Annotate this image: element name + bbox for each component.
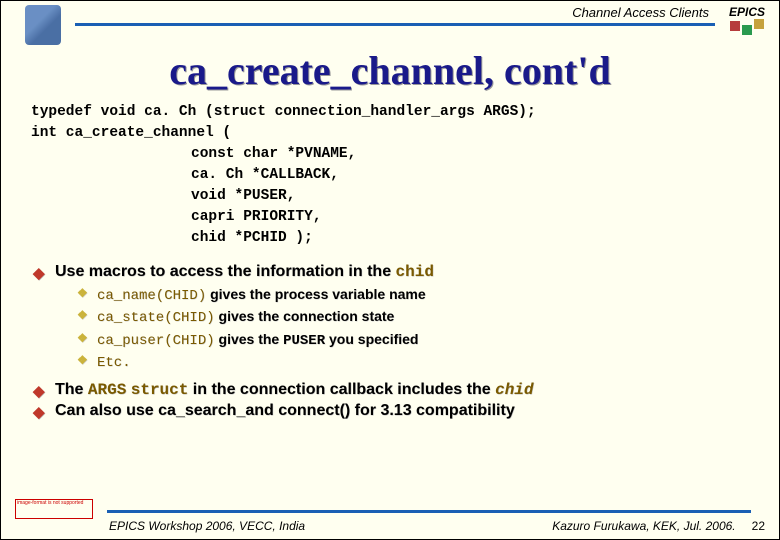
bullet-list: Use macros to access the information in … [33, 263, 749, 420]
code-line: const char *PVNAME, [31, 144, 749, 165]
code-line: void *PUSER, [31, 186, 749, 207]
sub-text: gives the connection state [215, 308, 395, 324]
epics-logo-text: EPICS [723, 5, 771, 19]
sub-text: gives the [215, 331, 283, 347]
code-line: ca. Ch *CALLBACK, [31, 165, 749, 186]
sub-bullet-list: ca_name(CHID) gives the process variable… [77, 284, 749, 373]
bullet-text: Can also use ca_search_and connect() for… [55, 402, 515, 419]
header-subject: Channel Access Clients [572, 5, 709, 20]
code-line: int ca_create_channel ( [31, 123, 749, 144]
slide-header: Channel Access Clients EPICS [1, 1, 779, 33]
sub-bullet-item: ca_name(CHID) gives the process variable… [77, 284, 749, 306]
header-rule [75, 23, 715, 26]
slide-footer: EPICS Workshop 2006, VECC, India Kazuro … [1, 510, 779, 533]
inline-code: ca_name(CHID) [97, 288, 206, 304]
bullet-text: The [55, 381, 88, 398]
code-line: typedef void ca. Ch (struct connection_h… [31, 102, 749, 123]
code-line: capri PRIORITY, [31, 207, 749, 228]
emblem-image [25, 5, 61, 45]
sub-bullet-item: Etc. [77, 351, 749, 373]
sub-bullet-item: ca_puser(CHID) gives the PUSER you speci… [77, 329, 749, 351]
footer-row: EPICS Workshop 2006, VECC, India Kazuro … [15, 519, 765, 533]
inline-code: ARGS [88, 381, 126, 399]
code-line: chid *PCHID ); [31, 228, 749, 249]
footer-rule [107, 510, 751, 513]
footer-author: Kazuro Furukawa, KEK, Jul. 2006. [552, 519, 735, 533]
inline-code: ca_puser(CHID) [97, 333, 215, 349]
bullet-item: The ARGS struct in the connection callba… [33, 381, 749, 399]
slide-content: typedef void ca. Ch (struct connection_h… [1, 94, 779, 420]
slide-title: ca_create_channel, cont'd [1, 47, 779, 94]
sub-text: you specified [325, 331, 418, 347]
inline-code: ca_state(CHID) [97, 310, 215, 326]
sub-text: gives the process variable name [206, 286, 425, 302]
sub-bullet-item: ca_state(CHID) gives the connection stat… [77, 306, 749, 328]
inline-code: chid [396, 263, 434, 281]
bullet-item: Use macros to access the information in … [33, 263, 749, 373]
bullet-text: Use macros to access the information in … [55, 263, 396, 280]
code-signature: typedef void ca. Ch (struct connection_h… [31, 102, 749, 249]
footer-event: EPICS Workshop 2006, VECC, India [109, 519, 305, 533]
slide-number: 22 [752, 519, 765, 533]
inline-code: PUSER [283, 333, 325, 349]
epics-logo: EPICS [723, 5, 771, 35]
inline-code: struct [131, 381, 189, 399]
epics-logo-blocks [723, 21, 771, 35]
inline-code: Etc. [97, 355, 131, 371]
inline-code: chid [495, 381, 533, 399]
bullet-item: Can also use ca_search_and connect() for… [33, 402, 749, 420]
bullet-text: in the connection callback includes the [188, 381, 495, 398]
